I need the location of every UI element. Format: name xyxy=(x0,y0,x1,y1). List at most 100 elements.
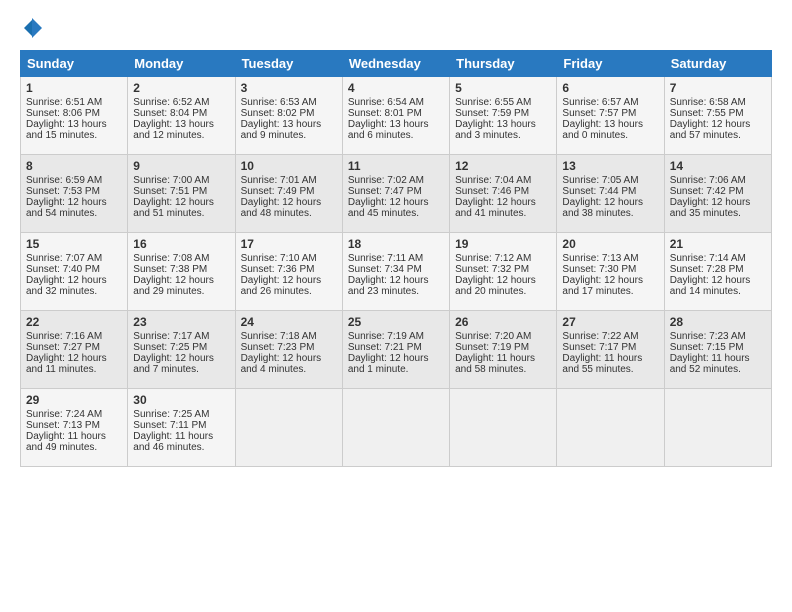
day-info-line: Sunrise: 7:16 AM xyxy=(26,331,122,342)
day-info-line: Sunrise: 7:18 AM xyxy=(241,331,337,342)
calendar-cell: 4Sunrise: 6:54 AMSunset: 8:01 PMDaylight… xyxy=(342,77,449,155)
calendar-cell xyxy=(235,389,342,467)
calendar-cell: 28Sunrise: 7:23 AMSunset: 7:15 PMDayligh… xyxy=(664,311,771,389)
day-info-line: and 58 minutes. xyxy=(455,364,551,375)
day-number: 6 xyxy=(562,81,658,95)
weekday-header: Monday xyxy=(128,51,235,77)
day-number: 30 xyxy=(133,393,229,407)
day-info-line: Daylight: 12 hours xyxy=(670,275,766,286)
day-info-line: Sunset: 8:02 PM xyxy=(241,108,337,119)
calendar-cell xyxy=(342,389,449,467)
calendar-cell: 29Sunrise: 7:24 AMSunset: 7:13 PMDayligh… xyxy=(21,389,128,467)
day-info-line: and 4 minutes. xyxy=(241,364,337,375)
day-info-line: Sunset: 7:59 PM xyxy=(455,108,551,119)
calendar-cell xyxy=(557,389,664,467)
day-number: 21 xyxy=(670,237,766,251)
day-info-line: Sunset: 7:30 PM xyxy=(562,264,658,275)
calendar-cell: 21 Sunrise: 7:14 AMSunset: 7:28 PMDayligh… xyxy=(664,233,771,311)
day-info-line: Sunset: 7:34 PM xyxy=(348,264,444,275)
day-number: 12 xyxy=(455,159,551,173)
day-info-line: Sunset: 7:27 PM xyxy=(26,342,122,353)
day-info-line: and 52 minutes. xyxy=(670,364,766,375)
day-number: 29 xyxy=(26,393,122,407)
day-number: 14 xyxy=(670,159,766,173)
day-info-line: Daylight: 13 hours xyxy=(455,119,551,130)
day-info-line: and 45 minutes. xyxy=(348,208,444,219)
calendar-cell: 19Sunrise: 7:12 AMSunset: 7:32 PMDayligh… xyxy=(450,233,557,311)
calendar-cell: 11Sunrise: 7:02 AMSunset: 7:47 PMDayligh… xyxy=(342,155,449,233)
day-info-line: Daylight: 12 hours xyxy=(455,275,551,286)
day-info-line: Sunrise: 7:04 AM xyxy=(455,175,551,186)
day-info-line: Sunset: 7:11 PM xyxy=(133,420,229,431)
day-info-line: Daylight: 13 hours xyxy=(562,119,658,130)
day-info-line: Daylight: 12 hours xyxy=(133,275,229,286)
calendar-header: SundayMondayTuesdayWednesdayThursdayFrid… xyxy=(21,51,772,77)
day-info-line: Sunset: 7:21 PM xyxy=(348,342,444,353)
day-info-line: and 1 minute. xyxy=(348,364,444,375)
calendar-cell: 25Sunrise: 7:19 AMSunset: 7:21 PMDayligh… xyxy=(342,311,449,389)
day-info-line: and 55 minutes. xyxy=(562,364,658,375)
calendar-cell: 5Sunrise: 6:55 AMSunset: 7:59 PMDaylight… xyxy=(450,77,557,155)
day-info-line: Sunrise: 7:14 AM xyxy=(670,253,766,264)
day-info-line: Sunrise: 7:00 AM xyxy=(133,175,229,186)
day-info-line: Sunset: 7:53 PM xyxy=(26,186,122,197)
day-info-line: Daylight: 12 hours xyxy=(348,353,444,364)
day-info-line: Sunset: 7:55 PM xyxy=(670,108,766,119)
day-info-line: Daylight: 13 hours xyxy=(348,119,444,130)
weekday-header: Tuesday xyxy=(235,51,342,77)
day-info-line: Daylight: 12 hours xyxy=(26,197,122,208)
day-info-line: Sunset: 7:25 PM xyxy=(133,342,229,353)
day-info-line: Daylight: 12 hours xyxy=(562,275,658,286)
day-info-line: Sunset: 7:19 PM xyxy=(455,342,551,353)
day-info-line: Sunset: 7:28 PM xyxy=(670,264,766,275)
day-info-line: Sunrise: 7:24 AM xyxy=(26,409,122,420)
day-number: 2 xyxy=(133,81,229,95)
day-number: 15 xyxy=(26,237,122,251)
day-number: 20 xyxy=(562,237,658,251)
day-number: 4 xyxy=(348,81,444,95)
day-info-line: and 54 minutes. xyxy=(26,208,122,219)
day-info-line: Sunset: 8:06 PM xyxy=(26,108,122,119)
calendar-cell: 8Sunrise: 6:59 AMSunset: 7:53 PMDaylight… xyxy=(21,155,128,233)
day-info-line: Sunrise: 7:20 AM xyxy=(455,331,551,342)
day-info-line: and 11 minutes. xyxy=(26,364,122,375)
calendar-cell: 7Sunrise: 6:58 AMSunset: 7:55 PMDaylight… xyxy=(664,77,771,155)
day-info-line: Sunrise: 7:08 AM xyxy=(133,253,229,264)
weekday-header: Friday xyxy=(557,51,664,77)
day-info-line: and 57 minutes. xyxy=(670,130,766,141)
calendar-cell: 22Sunrise: 7:16 AMSunset: 7:27 PMDayligh… xyxy=(21,311,128,389)
day-info-line: Sunrise: 7:25 AM xyxy=(133,409,229,420)
day-number: 9 xyxy=(133,159,229,173)
day-info-line: Sunrise: 7:11 AM xyxy=(348,253,444,264)
calendar-cell: 17Sunrise: 7:10 AMSunset: 7:36 PMDayligh… xyxy=(235,233,342,311)
day-info-line: Sunset: 7:13 PM xyxy=(26,420,122,431)
calendar-cell: 30Sunrise: 7:25 AMSunset: 7:11 PMDayligh… xyxy=(128,389,235,467)
day-info-line: and 15 minutes. xyxy=(26,130,122,141)
day-info-line: and 41 minutes. xyxy=(455,208,551,219)
day-info-line: Sunrise: 7:19 AM xyxy=(348,331,444,342)
day-number: 10 xyxy=(241,159,337,173)
calendar-cell: 12Sunrise: 7:04 AMSunset: 7:46 PMDayligh… xyxy=(450,155,557,233)
weekday-header: Thursday xyxy=(450,51,557,77)
day-info-line: Sunset: 8:01 PM xyxy=(348,108,444,119)
day-info-line: Sunrise: 7:02 AM xyxy=(348,175,444,186)
day-info-line: Daylight: 12 hours xyxy=(26,353,122,364)
calendar-table: SundayMondayTuesdayWednesdayThursdayFrid… xyxy=(20,50,772,467)
day-info-line: Daylight: 12 hours xyxy=(348,197,444,208)
calendar-cell xyxy=(664,389,771,467)
day-info-line: and 20 minutes. xyxy=(455,286,551,297)
calendar-cell: 27Sunrise: 7:22 AMSunset: 7:17 PMDayligh… xyxy=(557,311,664,389)
day-info-line: Sunrise: 7:07 AM xyxy=(26,253,122,264)
calendar-cell: 18Sunrise: 7:11 AMSunset: 7:34 PMDayligh… xyxy=(342,233,449,311)
day-info-line: Daylight: 13 hours xyxy=(133,119,229,130)
day-info-line: Daylight: 13 hours xyxy=(241,119,337,130)
day-info-line: Sunrise: 7:12 AM xyxy=(455,253,551,264)
day-info-line: Sunset: 7:23 PM xyxy=(241,342,337,353)
calendar-cell: 3Sunrise: 6:53 AMSunset: 8:02 PMDaylight… xyxy=(235,77,342,155)
calendar-cell: 1Sunrise: 6:51 AMSunset: 8:06 PMDaylight… xyxy=(21,77,128,155)
day-info-line: Sunrise: 6:55 AM xyxy=(455,97,551,108)
day-number: 28 xyxy=(670,315,766,329)
day-info-line: Sunset: 7:36 PM xyxy=(241,264,337,275)
day-info-line: Sunrise: 7:10 AM xyxy=(241,253,337,264)
calendar-cell: 6Sunrise: 6:57 AMSunset: 7:57 PMDaylight… xyxy=(557,77,664,155)
